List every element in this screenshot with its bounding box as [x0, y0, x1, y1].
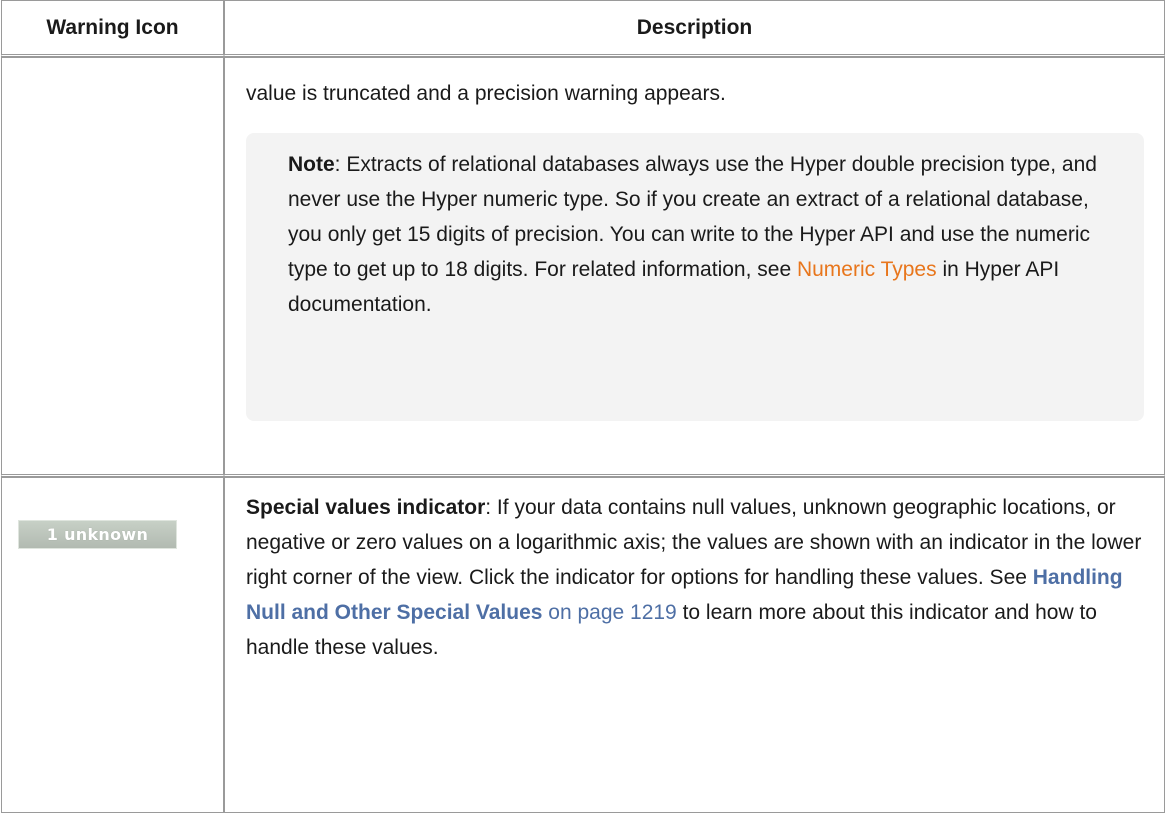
warning-icons-table: Warning Icon Description value is trunca… — [1, 0, 1165, 813]
note-box: Note: Extracts of relational databases a… — [246, 133, 1144, 421]
description-cell: value is truncated and a precision warni… — [224, 57, 1165, 477]
description-cell: Special values indicator: If your data c… — [224, 477, 1165, 813]
icon-cell: 1 unknown — [1, 477, 224, 813]
header-warning-icon: Warning Icon — [1, 0, 224, 57]
note-paragraph: Note: Extracts of relational databases a… — [288, 147, 1116, 322]
icon-cell-empty — [1, 57, 224, 477]
numeric-types-link[interactable]: Numeric Types — [797, 258, 937, 281]
table-row: value is truncated and a precision warni… — [1, 57, 1165, 477]
special-values-paragraph: Special values indicator: If your data c… — [246, 490, 1144, 665]
special-values-title: Special values indicator — [246, 496, 486, 519]
page-reference-link[interactable]: on page 1219 — [542, 601, 676, 624]
table-row: 1 unknown Special values indicator: If y… — [1, 477, 1165, 813]
note-label: Note — [288, 153, 335, 176]
truncation-text: value is truncated and a precision warni… — [246, 82, 726, 105]
special-values-indicator-icon: 1 unknown — [18, 520, 177, 549]
header-description: Description — [224, 0, 1165, 57]
table-header-row: Warning Icon Description — [1, 0, 1165, 57]
